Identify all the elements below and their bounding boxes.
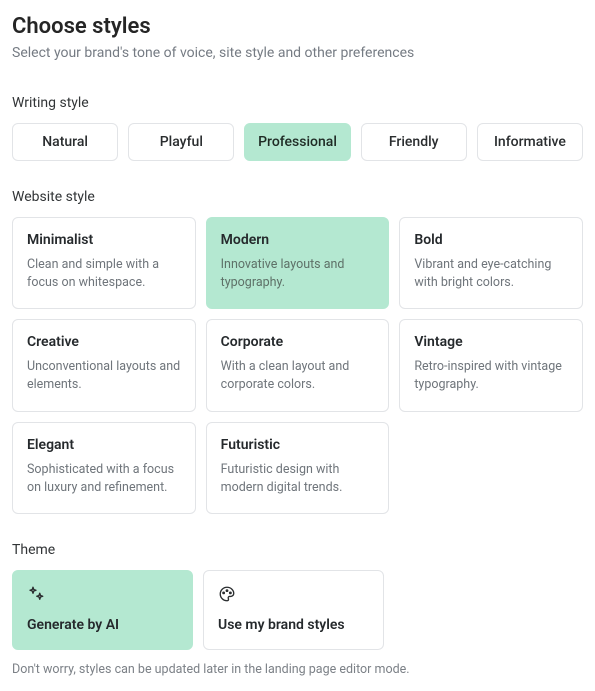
card-desc: Clean and simple with a focus on whitesp… [27, 256, 181, 292]
website-style-grid: Minimalist Clean and simple with a focus… [12, 217, 583, 514]
card-title: Futuristic [221, 437, 375, 453]
palette-icon [218, 585, 236, 603]
writing-option-informative[interactable]: Informative [477, 123, 583, 161]
card-title: Minimalist [27, 232, 181, 248]
writing-style-label: Writing style [12, 95, 583, 111]
card-desc: Sophisticated with a focus on luxury and… [27, 461, 181, 497]
sparkle-icon [27, 585, 45, 603]
writing-option-natural[interactable]: Natural [12, 123, 118, 161]
card-title: Vintage [414, 334, 568, 350]
page-title: Choose styles [12, 14, 583, 39]
website-option-modern[interactable]: Modern Innovative layouts and typography… [206, 217, 390, 309]
card-title: Creative [27, 334, 181, 350]
page-subtitle: Select your brand's tone of voice, site … [12, 45, 583, 61]
card-desc: With a clean layout and corporate colors… [221, 358, 375, 394]
card-desc: Futuristic design with modern digital tr… [221, 461, 375, 497]
website-option-bold[interactable]: Bold Vibrant and eye-catching with brigh… [399, 217, 583, 309]
website-option-minimalist[interactable]: Minimalist Clean and simple with a focus… [12, 217, 196, 309]
card-desc: Retro-inspired with vintage typography. [414, 358, 568, 394]
website-style-label: Website style [12, 189, 583, 205]
footer-note: Don't worry, styles can be updated later… [12, 662, 583, 677]
website-option-creative[interactable]: Creative Unconventional layouts and elem… [12, 319, 196, 411]
website-option-elegant[interactable]: Elegant Sophisticated with a focus on lu… [12, 422, 196, 514]
theme-card-title: Use my brand styles [218, 617, 369, 633]
writing-style-row: Natural Playful Professional Friendly In… [12, 123, 583, 161]
website-option-futuristic[interactable]: Futuristic Futuristic design with modern… [206, 422, 390, 514]
theme-label: Theme [12, 542, 583, 558]
writing-option-friendly[interactable]: Friendly [361, 123, 467, 161]
card-title: Bold [414, 232, 568, 248]
card-title: Corporate [221, 334, 375, 350]
theme-card-title: Generate by AI [27, 617, 178, 633]
website-option-vintage[interactable]: Vintage Retro-inspired with vintage typo… [399, 319, 583, 411]
card-desc: Vibrant and eye-catching with bright col… [414, 256, 568, 292]
writing-option-playful[interactable]: Playful [128, 123, 234, 161]
card-title: Elegant [27, 437, 181, 453]
writing-option-professional[interactable]: Professional [244, 123, 350, 161]
website-option-corporate[interactable]: Corporate With a clean layout and corpor… [206, 319, 390, 411]
card-title: Modern [221, 232, 375, 248]
card-desc: Unconventional layouts and elements. [27, 358, 181, 394]
card-desc: Innovative layouts and typography. [221, 256, 375, 292]
